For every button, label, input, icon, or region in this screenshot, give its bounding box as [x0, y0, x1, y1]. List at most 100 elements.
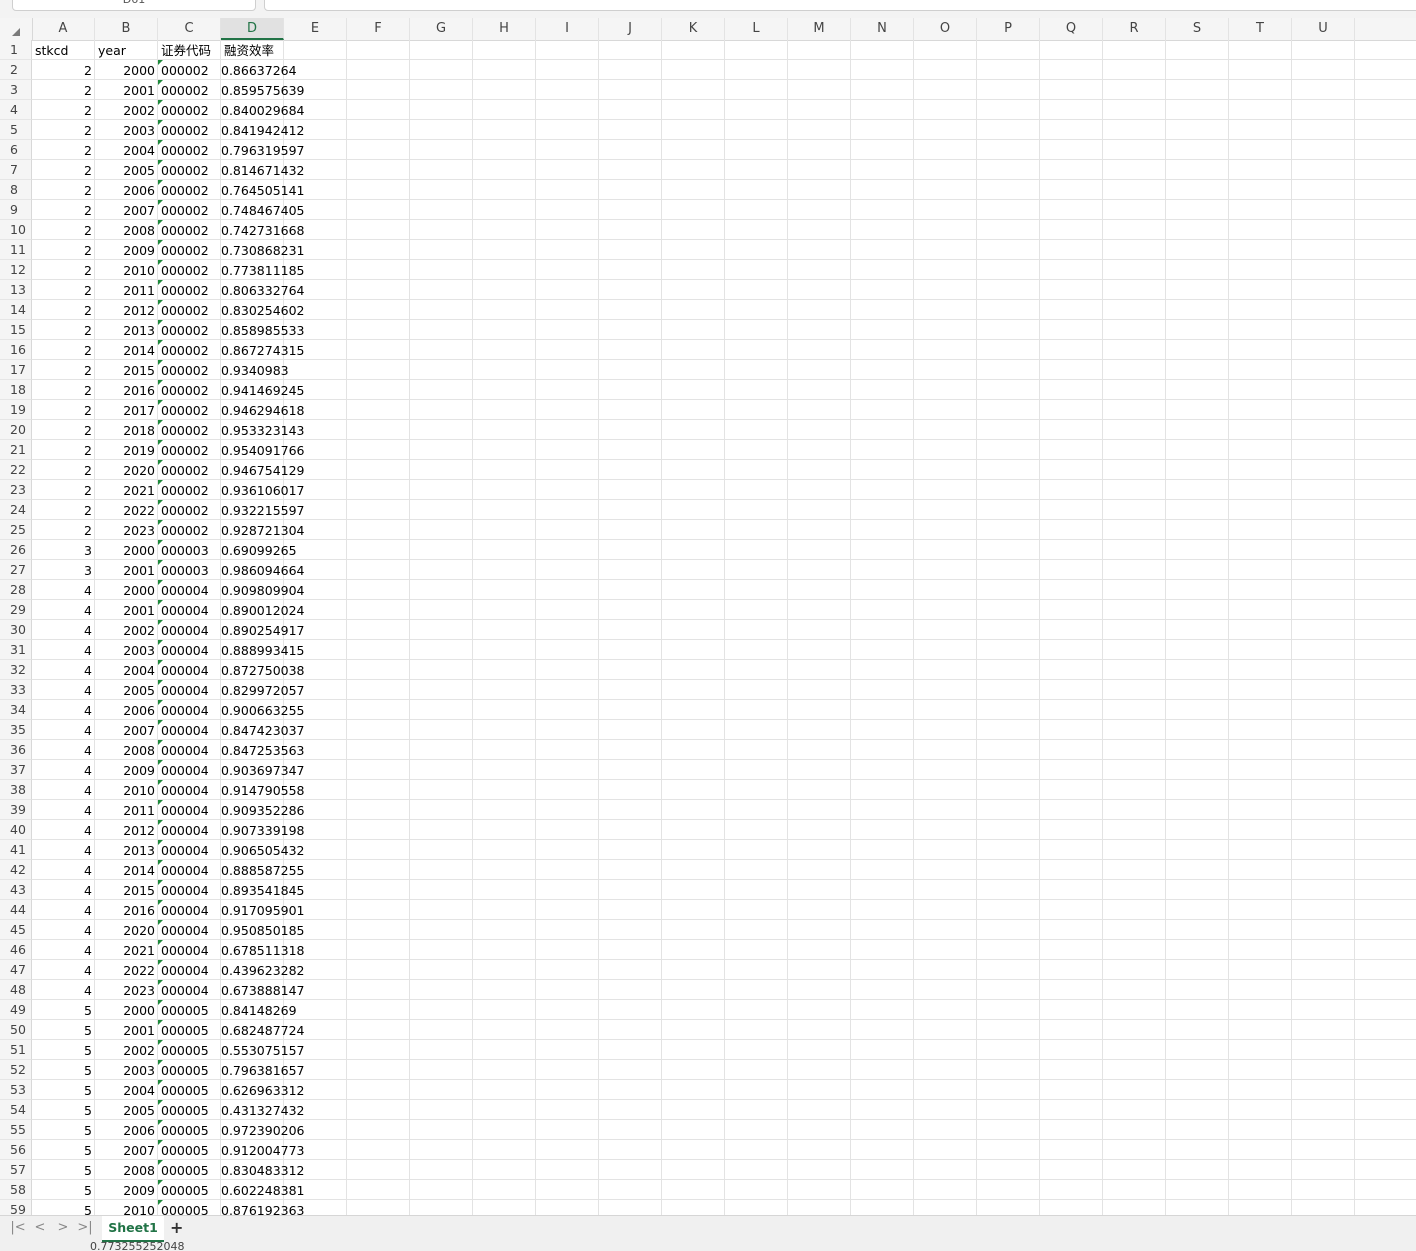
row-header-7[interactable]: 7 — [0, 160, 32, 180]
row-header-2[interactable]: 2 — [0, 60, 32, 80]
cell-code[interactable]: 000004 — [158, 860, 221, 880]
cell-code[interactable]: 000004 — [158, 820, 221, 840]
cell-year[interactable]: 2000 — [95, 1000, 158, 1020]
cell-year[interactable]: 2011 — [95, 280, 158, 300]
row-header-52[interactable]: 52 — [0, 1060, 32, 1080]
cell-code[interactable]: 000005 — [158, 1060, 221, 1080]
cell-year[interactable]: 2016 — [95, 380, 158, 400]
select-all-corner[interactable] — [0, 18, 33, 40]
cell-code[interactable]: 000004 — [158, 580, 221, 600]
cell-code[interactable]: 000002 — [158, 500, 221, 520]
column-header-a[interactable]: A — [32, 18, 95, 40]
cell-stkcd[interactable]: 2 — [32, 60, 95, 80]
spreadsheet-grid[interactable]: ABCDEFGHIJKLMNOPQRSTU 1 2 3 4 5 6 7 8 9 10 11 12 13 1… — [0, 18, 1416, 1215]
cell-year[interactable]: 2007 — [95, 1140, 158, 1160]
row-header-27[interactable]: 27 — [0, 560, 32, 580]
row-header-39[interactable]: 39 — [0, 800, 32, 820]
cell-stkcd[interactable]: 3 — [32, 560, 95, 580]
column-header-d[interactable]: D — [221, 18, 284, 40]
cell-year[interactable]: 2006 — [95, 180, 158, 200]
cell-efficiency[interactable]: 0.840029684 — [221, 100, 305, 120]
cell-efficiency[interactable]: 0.673888147 — [221, 980, 305, 1000]
column-header-h[interactable]: H — [473, 18, 536, 40]
cell-efficiency[interactable]: 0.953323143 — [221, 420, 305, 440]
cell-code[interactable]: 000002 — [158, 460, 221, 480]
cell-efficiency[interactable]: 0.847423037 — [221, 720, 305, 740]
cell-efficiency[interactable]: 0.912004773 — [221, 1140, 305, 1160]
cell-stkcd[interactable]: 4 — [32, 880, 95, 900]
cell-code[interactable]: 000003 — [158, 540, 221, 560]
cell-efficiency[interactable]: 0.941469245 — [221, 380, 305, 400]
cell-stkcd[interactable]: 2 — [32, 400, 95, 420]
cell-efficiency[interactable]: 0.907339198 — [221, 820, 305, 840]
row-header-32[interactable]: 32 — [0, 660, 32, 680]
cell-efficiency[interactable]: 0.890012024 — [221, 600, 305, 620]
row-header-29[interactable]: 29 — [0, 600, 32, 620]
cell-stkcd[interactable]: 2 — [32, 520, 95, 540]
cell-efficiency[interactable]: 0.859575639 — [221, 80, 305, 100]
cell-efficiency[interactable]: 0.906505432 — [221, 840, 305, 860]
cell-year[interactable]: 2013 — [95, 840, 158, 860]
row-header-17[interactable]: 17 — [0, 360, 32, 380]
cell-code[interactable]: 000004 — [158, 620, 221, 640]
cell-code[interactable]: 000004 — [158, 720, 221, 740]
cell-stkcd[interactable]: 4 — [32, 640, 95, 660]
cell-code[interactable]: 000004 — [158, 960, 221, 980]
row-header-22[interactable]: 22 — [0, 460, 32, 480]
cell-efficiency[interactable]: 0.69099265 — [221, 540, 297, 560]
cell-year[interactable]: 2000 — [95, 60, 158, 80]
cell-stkcd[interactable]: 5 — [32, 1120, 95, 1140]
row-header-3[interactable]: 3 — [0, 80, 32, 100]
next-sheet-button[interactable]: > — [55, 1220, 71, 1235]
cell-year[interactable]: 2001 — [95, 1020, 158, 1040]
cell-code[interactable]: 000002 — [158, 440, 221, 460]
cell-efficiency[interactable]: 0.829972057 — [221, 680, 305, 700]
cell-year[interactable]: 2015 — [95, 880, 158, 900]
cell-code[interactable]: 000002 — [158, 140, 221, 160]
cell-efficiency[interactable]: 0.626963312 — [221, 1080, 305, 1100]
cell-year[interactable]: 2007 — [95, 200, 158, 220]
row-header-14[interactable]: 14 — [0, 300, 32, 320]
cell-code[interactable]: 000005 — [158, 1020, 221, 1040]
row-header-54[interactable]: 54 — [0, 1100, 32, 1120]
row-header-49[interactable]: 49 — [0, 1000, 32, 1020]
cell-efficiency[interactable]: 0.748467405 — [221, 200, 305, 220]
cell-code[interactable]: 000002 — [158, 200, 221, 220]
cell-stkcd[interactable]: 4 — [32, 920, 95, 940]
cell-stkcd[interactable]: 4 — [32, 860, 95, 880]
row-header-37[interactable]: 37 — [0, 760, 32, 780]
cell-efficiency[interactable]: 0.872750038 — [221, 660, 305, 680]
cell-year[interactable]: 2003 — [95, 1060, 158, 1080]
cell-year[interactable]: 2012 — [95, 300, 158, 320]
row-header-16[interactable]: 16 — [0, 340, 32, 360]
cell-efficiency[interactable]: 0.888587255 — [221, 860, 305, 880]
row-header-21[interactable]: 21 — [0, 440, 32, 460]
cell-stkcd[interactable]: 4 — [32, 720, 95, 740]
cell-efficiency[interactable]: 0.742731668 — [221, 220, 305, 240]
column-header-k[interactable]: K — [662, 18, 725, 40]
cell-stkcd[interactable]: 2 — [32, 360, 95, 380]
cell-code[interactable]: 000004 — [158, 640, 221, 660]
column-header-u[interactable]: U — [1292, 18, 1355, 40]
cell-code[interactable]: 000002 — [158, 60, 221, 80]
cell-code[interactable]: 000002 — [158, 160, 221, 180]
cell-stkcd[interactable]: 5 — [32, 1040, 95, 1060]
name-box[interactable]: D61 — [12, 0, 256, 11]
column-header-t[interactable]: T — [1229, 18, 1292, 40]
cell-code[interactable]: 000005 — [158, 1080, 221, 1100]
cell-stkcd[interactable]: 5 — [32, 1200, 95, 1215]
cell-year[interactable]: 2010 — [95, 780, 158, 800]
cell-stkcd[interactable]: 2 — [32, 440, 95, 460]
cell-code[interactable]: 000004 — [158, 760, 221, 780]
cell-efficiency[interactable]: 0.602248381 — [221, 1180, 305, 1200]
formula-input[interactable]: fx — [264, 0, 1416, 11]
cell-code[interactable]: 000003 — [158, 560, 221, 580]
cell-year[interactable]: 2020 — [95, 460, 158, 480]
cell-code[interactable]: 000002 — [158, 480, 221, 500]
row-header-5[interactable]: 5 — [0, 120, 32, 140]
row-header-38[interactable]: 38 — [0, 780, 32, 800]
cell-code[interactable]: 000002 — [158, 120, 221, 140]
cell-efficiency[interactable]: 0.84148269 — [221, 1000, 297, 1020]
cell-code[interactable]: 000004 — [158, 740, 221, 760]
row-header-12[interactable]: 12 — [0, 260, 32, 280]
